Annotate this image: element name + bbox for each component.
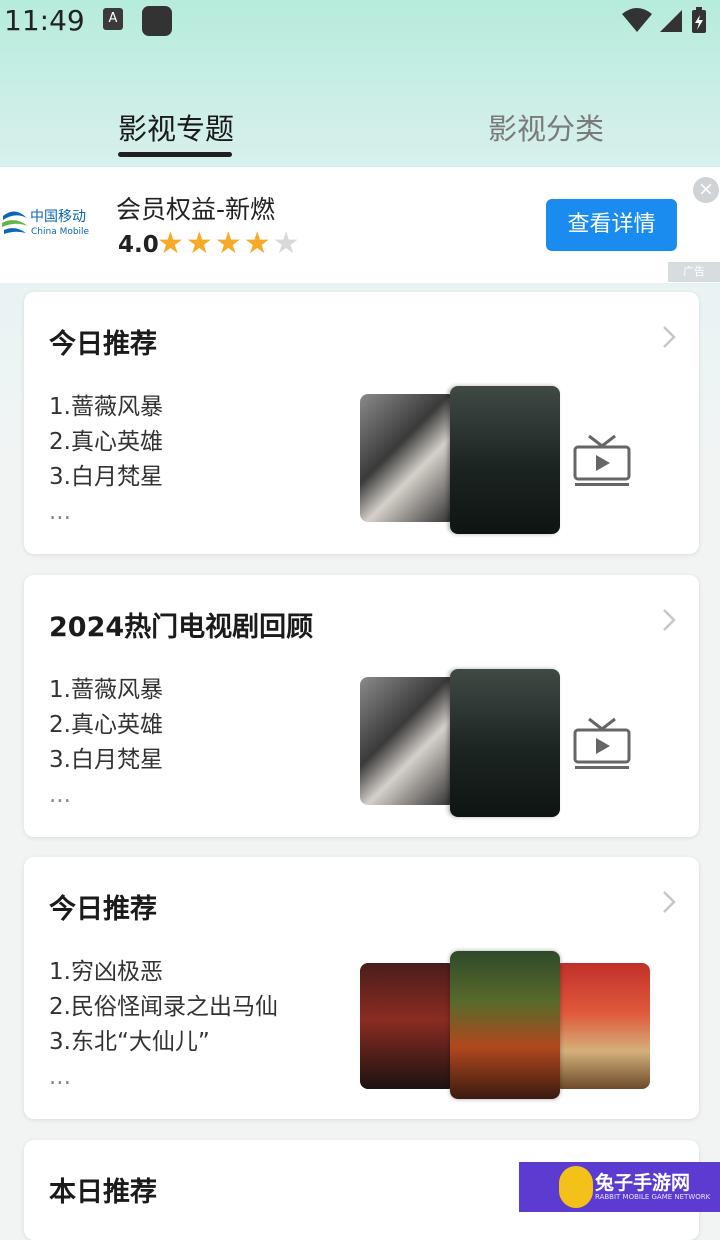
card-title: 今日推荐 — [49, 894, 157, 925]
ad-star-rating: ★★★★★ — [157, 226, 302, 261]
ad-logo-subtext: China Mobile — [31, 227, 90, 237]
chevron-right-icon[interactable] — [661, 889, 677, 915]
list-item: 3.东北“大仙儿” — [49, 1029, 210, 1055]
poster-image — [360, 394, 456, 522]
poster-image — [450, 951, 560, 1099]
status-bar: 11:49 A — [0, 0, 720, 44]
chevron-right-icon[interactable] — [661, 324, 677, 350]
status-icons — [620, 6, 716, 40]
list-item: 1.蔷薇风暴 — [49, 394, 163, 420]
status-time: 11:49 — [4, 4, 85, 37]
topic-card[interactable]: 2024热门电视剧回顾 1.蔷薇风暴 2.真心英雄 3.白月梵星 ... — [24, 575, 699, 837]
poster-image — [450, 669, 560, 817]
poster-stack[interactable] — [360, 951, 660, 1101]
ad-logo-text: 中国移动 — [30, 209, 86, 225]
tab-topics[interactable]: 影视专题 — [118, 106, 234, 148]
signal-icon — [660, 10, 682, 32]
ad-rating: 4.0 — [118, 232, 159, 258]
more-indicator: ... — [49, 499, 71, 525]
list-item: 2.真心英雄 — [49, 429, 163, 455]
card-list: 1.穷凶极恶 2.民俗怪闻录之出马仙 3.东北“大仙儿” ... — [49, 955, 278, 1095]
card-title: 2024热门电视剧回顾 — [49, 612, 314, 643]
card-title: 本日推荐 — [49, 1177, 157, 1208]
list-item: 3.白月梵星 — [49, 464, 163, 490]
watermark-subtext: RABBIT MOBILE GAME NETWORK — [595, 1193, 711, 1201]
card-list: 1.蔷薇风暴 2.真心英雄 3.白月梵星 ... — [49, 390, 163, 530]
tv-play-icon — [573, 434, 631, 486]
topic-card[interactable]: 今日推荐 1.蔷薇风暴 2.真心英雄 3.白月梵星 ... — [24, 292, 699, 554]
ad-details-button[interactable]: 查看详情 — [546, 199, 677, 251]
list-item: 2.民俗怪闻录之出马仙 — [49, 994, 278, 1020]
star-icon: ★ — [243, 226, 273, 261]
top-tabs: 影视专题 影视分类 — [0, 100, 720, 166]
china-mobile-logo-icon — [2, 211, 28, 234]
card-list: 1.蔷薇风暴 2.真心英雄 3.白月梵星 ... — [49, 673, 163, 813]
poster-image — [360, 677, 456, 805]
battery-icon — [692, 7, 706, 33]
chevron-right-icon[interactable] — [661, 607, 677, 633]
star-empty-icon: ★ — [272, 226, 302, 261]
ad-label-badge: 广告 — [668, 262, 720, 282]
poster-image — [450, 386, 560, 534]
poster-image — [554, 963, 650, 1089]
notification-icon: A — [103, 8, 123, 30]
ad-close-icon[interactable]: × — [693, 177, 719, 203]
more-indicator: ... — [49, 1064, 71, 1090]
rabbit-logo-icon — [559, 1166, 593, 1208]
star-icon: ★ — [214, 226, 244, 261]
app-notification-icon — [142, 6, 172, 36]
site-watermark: 兔子手游网 RABBIT MOBILE GAME NETWORK — [519, 1162, 720, 1212]
list-item: 1.穷凶极恶 — [49, 959, 163, 985]
list-item: 2.真心英雄 — [49, 712, 163, 738]
list-item: 3.白月梵星 — [49, 747, 163, 773]
poster-image — [360, 963, 456, 1089]
star-icon: ★ — [185, 226, 215, 261]
ad-title: 会员权益-新燃 — [116, 195, 276, 224]
tv-play-icon — [573, 717, 631, 769]
topic-card[interactable]: 今日推荐 1.穷凶极恶 2.民俗怪闻录之出马仙 3.东北“大仙儿” ... — [24, 857, 699, 1119]
more-indicator: ... — [49, 782, 71, 808]
watermark-text: 兔子手游网 — [595, 1172, 691, 1194]
tab-categories[interactable]: 影视分类 — [488, 106, 604, 148]
wifi-icon — [622, 8, 652, 32]
list-item: 1.蔷薇风暴 — [49, 677, 163, 703]
card-title: 今日推荐 — [49, 329, 157, 360]
active-tab-indicator — [118, 152, 232, 157]
star-icon: ★ — [157, 226, 186, 261]
